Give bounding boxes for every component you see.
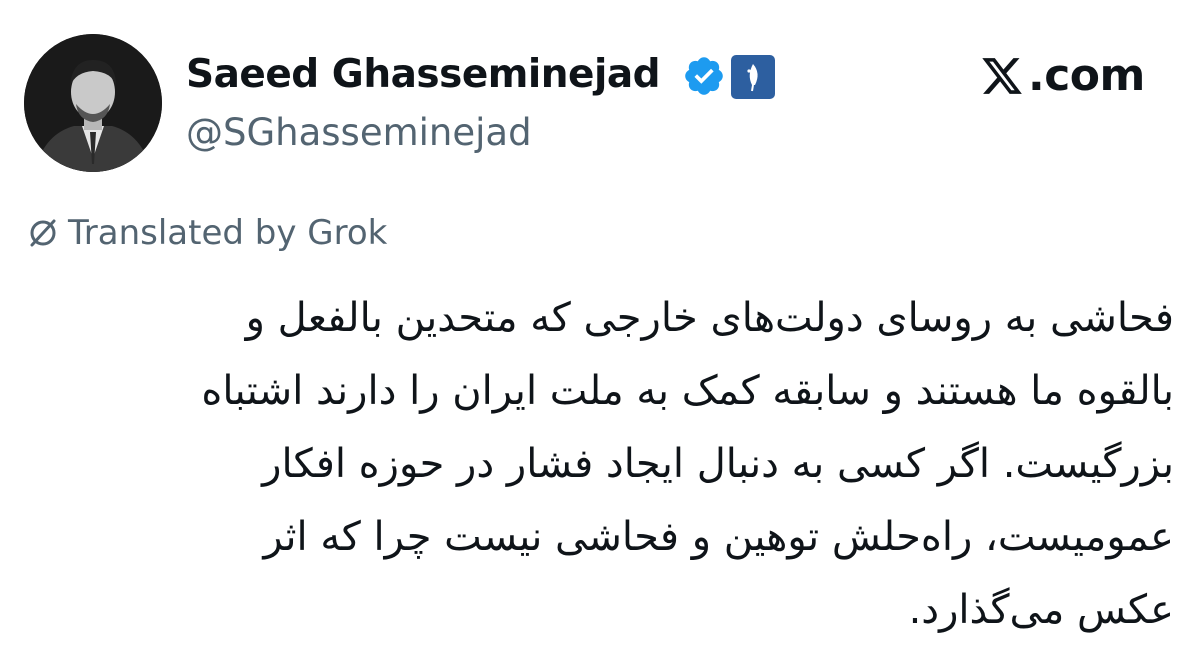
- tweet-line: عمومیست، راه‌حلش توهین و فحاشی نیست چرا …: [263, 514, 1174, 560]
- affiliate-badge-icon[interactable]: [731, 55, 775, 99]
- translate-icon: [30, 219, 56, 247]
- verified-checkmark-icon[interactable]: [682, 54, 726, 98]
- tweet-text: فحاشی به روسای دولت‌های خارجی که متحدین …: [24, 282, 1174, 647]
- quill-icon: [747, 64, 758, 92]
- x-logo-icon: [982, 58, 1022, 94]
- translation-label: Translated by Grok: [68, 213, 388, 253]
- tweet-line: فحاشی به روسای دولت‌های خارجی که متحدین …: [245, 295, 1174, 341]
- author-name[interactable]: Saeed Ghasseminejad: [186, 49, 661, 101]
- avatar-photo: [24, 34, 162, 172]
- source-domain: .com: [1028, 50, 1145, 101]
- tweet-line: بالقوه ما هستند و سابقه کمک به ملت ایران…: [201, 368, 1174, 414]
- tweet-line: بزرگیست. اگر کسی به دنبال ایجاد فشار در …: [262, 441, 1174, 487]
- author-handle[interactable]: @SGhasseminejad: [186, 108, 532, 158]
- avatar[interactable]: [24, 34, 162, 172]
- translation-notice: Translated by Grok: [26, 211, 387, 255]
- tweet-line: عکس می‌گذارد.: [908, 587, 1174, 633]
